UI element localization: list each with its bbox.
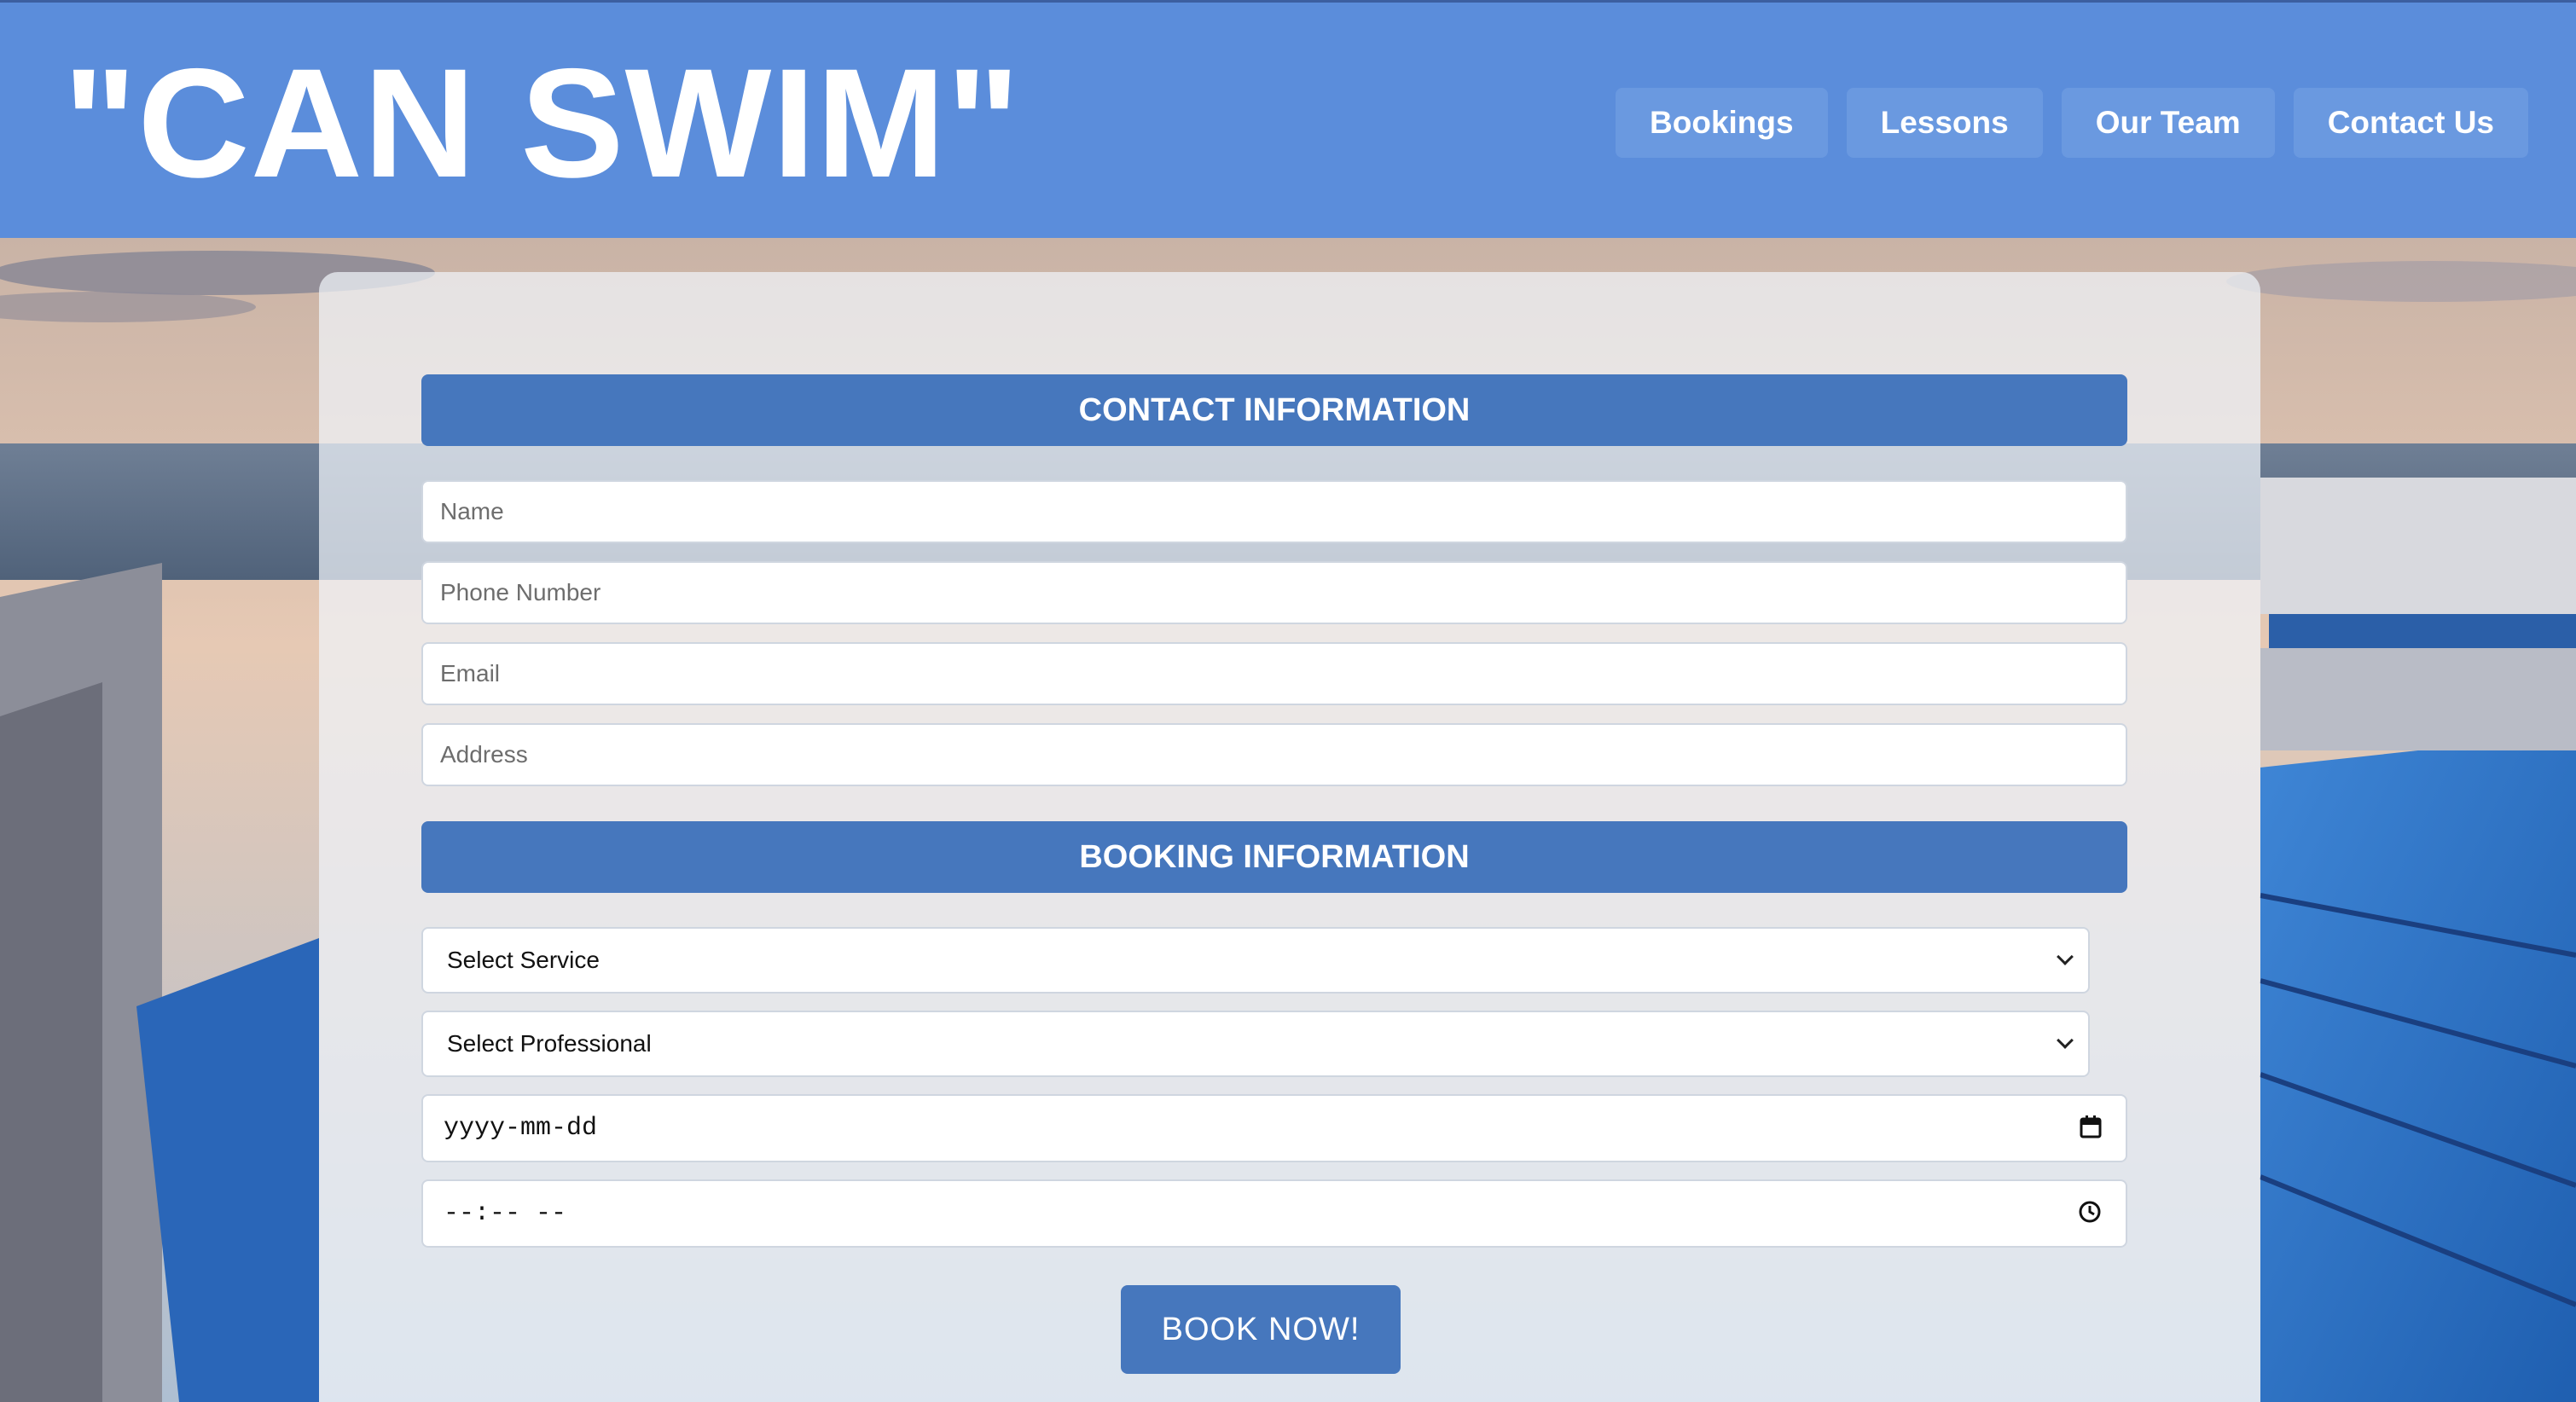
nav-bookings-button[interactable]: Bookings (1616, 88, 1828, 158)
service-select[interactable]: Select Service (421, 927, 2090, 994)
email-input[interactable] (421, 642, 2127, 705)
chevron-down-icon (2057, 1032, 2074, 1049)
name-input[interactable] (421, 480, 2127, 543)
address-input[interactable] (421, 723, 2127, 786)
date-placeholder: yyyy-mm-dd (444, 1114, 598, 1143)
booking-section-heading: BOOKING INFORMATION (421, 821, 2127, 893)
book-now-button[interactable]: BOOK NOW! (1121, 1285, 1401, 1374)
service-select-value: Select Service (447, 947, 600, 973)
professional-select-value: Select Professional (447, 1030, 652, 1057)
site-header: "CAN SWIM" Bookings Lessons Our Team Con… (0, 0, 2576, 238)
professional-select[interactable]: Select Professional (421, 1011, 2090, 1077)
date-input[interactable]: yyyy-mm-dd (421, 1094, 2127, 1162)
contact-section-heading: CONTACT INFORMATION (421, 374, 2127, 446)
chevron-down-icon (2057, 948, 2074, 965)
time-placeholder: --:-- -- (444, 1199, 567, 1228)
calendar-icon[interactable] (2080, 1115, 2102, 1143)
booking-form-card: CONTACT INFORMATION BOOKING INFORMATION … (319, 272, 2260, 1402)
nav-lessons-button[interactable]: Lessons (1846, 88, 2043, 158)
nav-contact-us-button[interactable]: Contact Us (2293, 88, 2528, 158)
nav-our-team-button[interactable]: Our Team (2061, 88, 2275, 158)
site-logo[interactable]: "CAN SWIM" (63, 43, 1021, 202)
clock-icon[interactable] (2078, 1200, 2102, 1228)
phone-input[interactable] (421, 561, 2127, 624)
main-nav: Bookings Lessons Our Team Contact Us (1616, 88, 2528, 158)
time-input[interactable]: --:-- -- (421, 1179, 2127, 1248)
